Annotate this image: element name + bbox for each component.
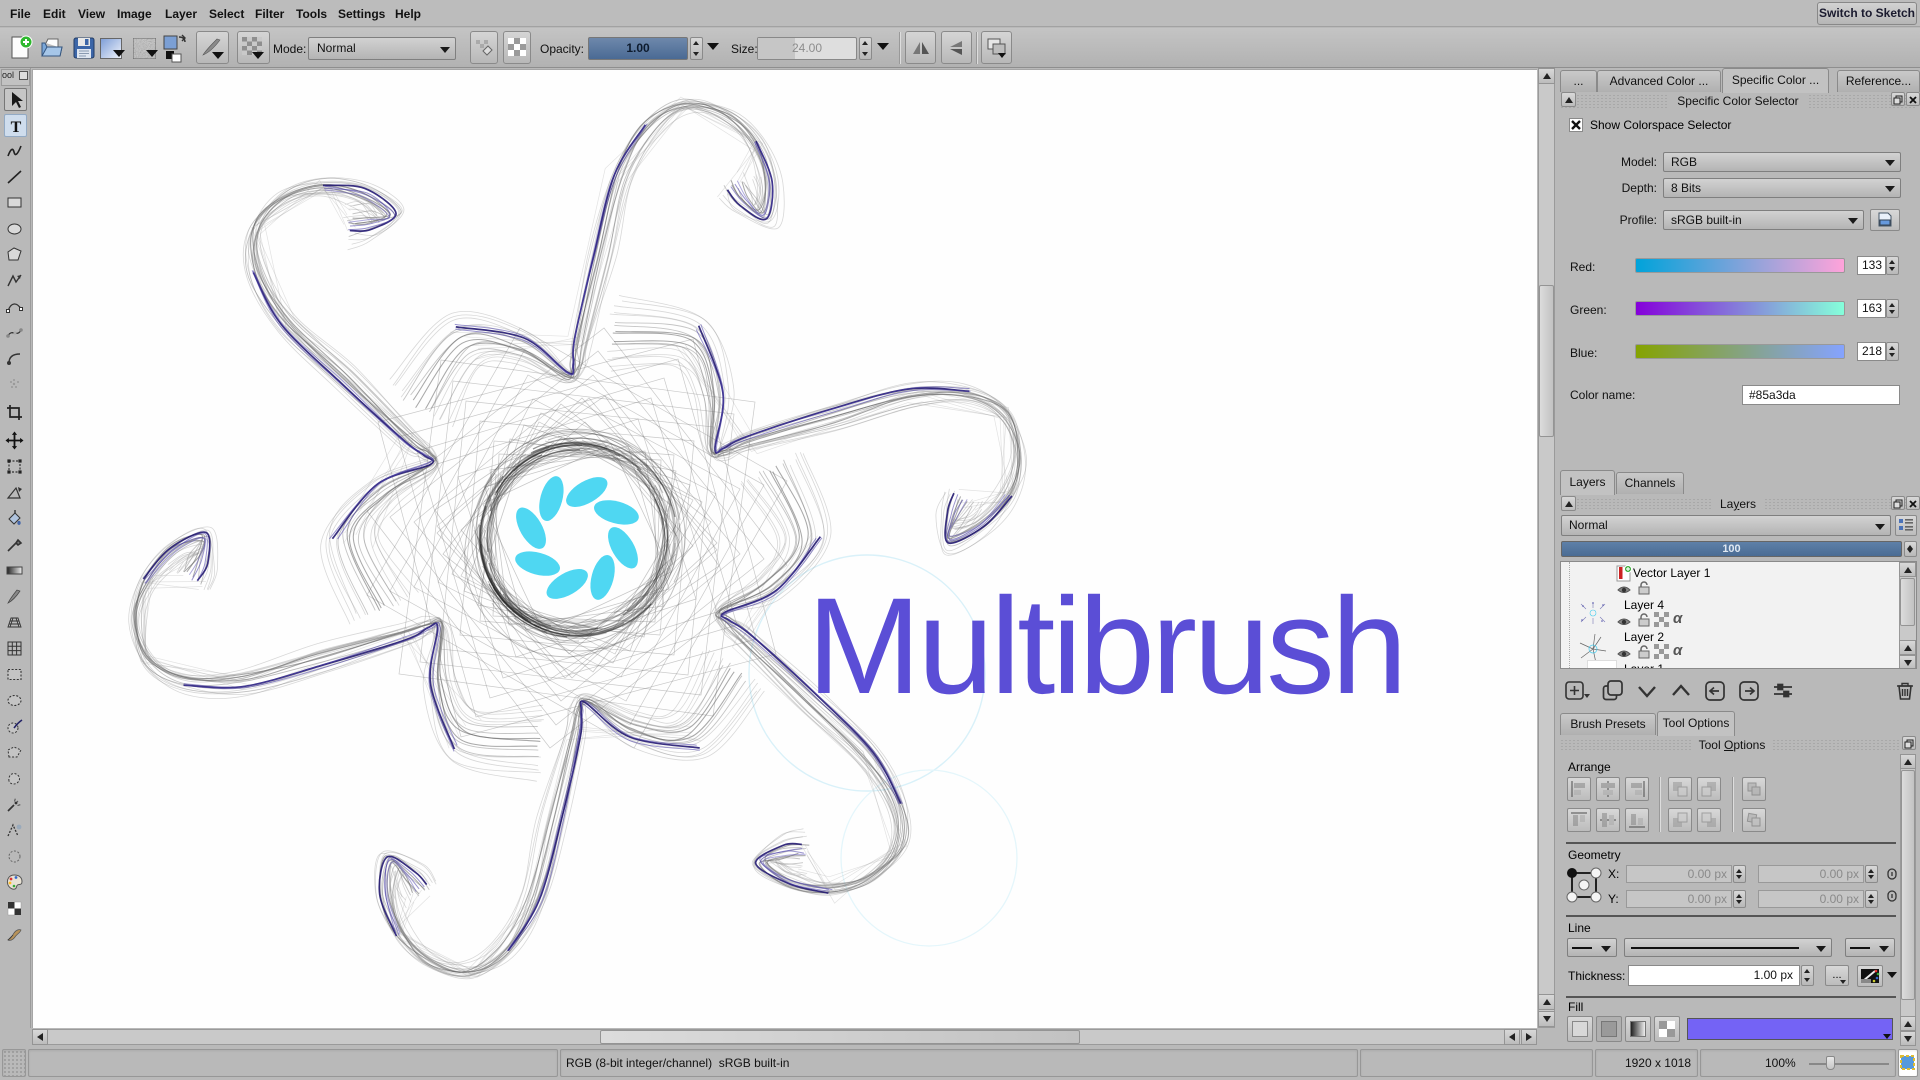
svg-text:T: T — [11, 119, 22, 136]
